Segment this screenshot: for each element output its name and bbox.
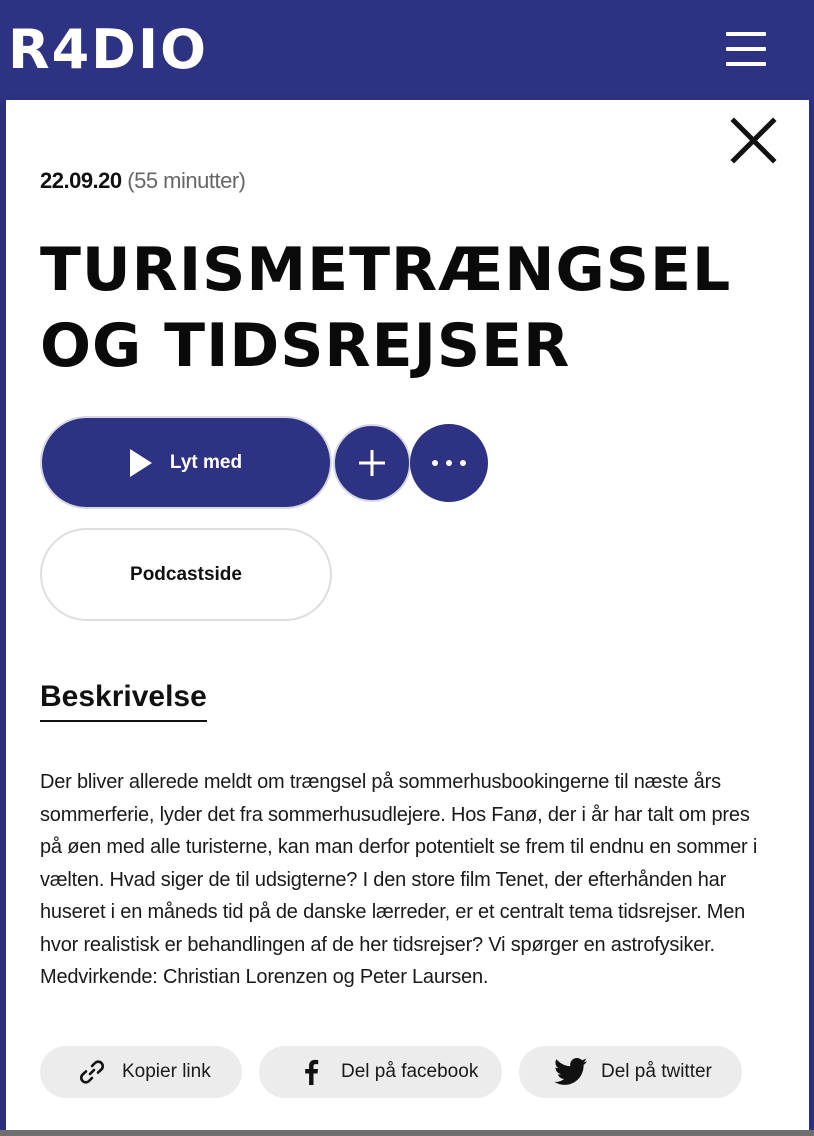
facebook-icon <box>291 1059 331 1085</box>
podcast-page-button[interactable]: Podcastside <box>40 528 332 621</box>
menu-line <box>726 47 766 51</box>
episode-title: TURISMETRÆNGSEL OG TIDSREJSER <box>40 232 760 384</box>
copy-link-button[interactable]: Kopier link <box>40 1046 242 1098</box>
plus-icon <box>359 450 385 476</box>
episode-duration: (55 minutter) <box>127 168 246 193</box>
more-options-button[interactable] <box>410 424 488 502</box>
description-text: Der bliver allerede meldt om trængsel på… <box>40 771 758 988</box>
bottom-strip <box>0 1130 814 1136</box>
radio-logo[interactable]: R4DIO <box>8 20 208 80</box>
share-twitter-label: Del på twitter <box>601 1061 712 1082</box>
play-icon <box>129 448 152 477</box>
top-bar: R4DIO <box>0 0 814 100</box>
add-to-list-button[interactable] <box>333 424 411 502</box>
hamburger-menu-icon[interactable] <box>726 32 766 66</box>
title-line-1: TURISMETRÆNGSEL <box>40 235 732 305</box>
share-facebook-label: Del på facebook <box>341 1061 479 1082</box>
twitter-icon <box>551 1058 591 1086</box>
menu-line <box>726 62 766 66</box>
close-icon[interactable] <box>722 115 782 169</box>
share-twitter-button[interactable]: Del på twitter <box>519 1046 742 1098</box>
link-icon <box>72 1058 112 1086</box>
description-heading: Beskrivelse <box>40 680 207 722</box>
episode-date: 22.09.20 <box>40 168 122 193</box>
title-line-2: OG TIDSREJSER <box>40 311 571 381</box>
more-dots-icon <box>432 460 466 466</box>
play-button-label: Lyt med <box>169 451 243 473</box>
menu-line <box>726 32 766 36</box>
copy-link-label: Kopier link <box>122 1061 211 1082</box>
episode-meta: 22.09.20 (55 minutter) <box>40 168 246 194</box>
share-facebook-button[interactable]: Del på facebook <box>259 1046 502 1098</box>
play-button[interactable]: Lyt med <box>40 416 332 509</box>
